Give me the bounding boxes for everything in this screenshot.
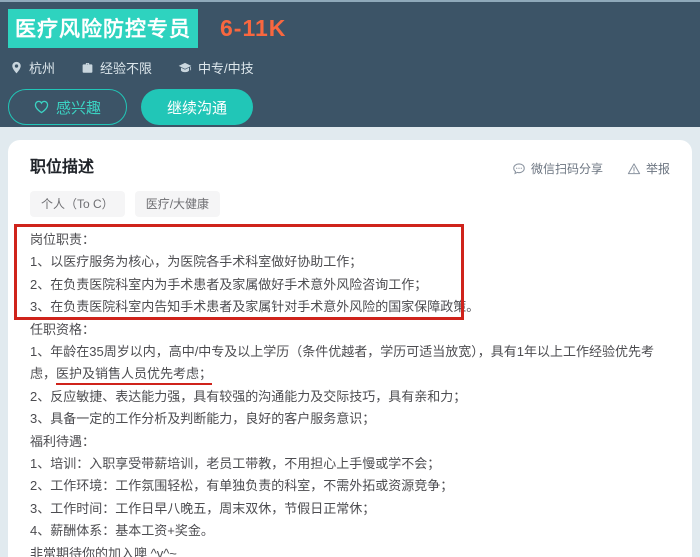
briefcase-icon [81,61,94,74]
job-header: 医疗风险防控专员 6-11K 杭州 经验不限 中专/中技 感兴趣 继续沟通 [0,0,700,127]
header-actions: 感兴趣 继续沟通 [8,89,690,125]
job-title: 医疗风险防控专员 [8,9,198,48]
title-row: 医疗风险防控专员 6-11K [8,9,690,48]
heart-icon [34,100,49,114]
section-title: 职位描述 [30,158,94,178]
interested-button[interactable]: 感兴趣 [8,89,127,125]
job-description-card: 职位描述 微信扫码分享 举报 个人（To C） 医疗/大健康 岗位职责： 1、以… [8,140,692,557]
graduation-cap-icon [178,61,192,75]
qualifications-title: 任职资格： [30,319,670,341]
interested-button-label: 感兴趣 [56,97,101,118]
wechat-share-link[interactable]: 微信扫码分享 [512,160,603,177]
closing-line: 非常期待你的加入噢 ^v^~ [30,543,670,557]
report-label: 举报 [646,160,670,177]
meta-education: 中专/中技 [178,58,254,77]
benefit-item: 4、薪酬体系：基本工资+奖金。 [30,520,670,542]
meta-experience-label: 经验不限 [100,58,152,77]
report-link[interactable]: 举报 [627,160,670,177]
tag-audience: 个人（To C） [30,191,125,217]
chat-bubble-icon [512,162,526,176]
warning-triangle-icon [627,162,641,176]
qualification-item: 2、反应敏捷、表达能力强，具有较强的沟通能力及交际技巧，具有亲和力； [30,386,670,408]
salary: 6-11K [220,15,286,42]
card-header-links: 微信扫码分享 举报 [512,158,670,177]
responsibility-item: 1、以医疗服务为核心，为医院各手术科室做好协助工作； [30,251,670,273]
responsibilities-title: 岗位职责： [30,229,670,251]
meta-experience: 经验不限 [81,58,152,77]
benefit-item: 1、培训：入职享受带薪培训，老员工带教，不用担心上手慢或学不会； [30,453,670,475]
continue-chat-button-label: 继续沟通 [167,97,227,118]
benefit-item: 3、工作时间：工作日早八晚五，周末双休，节假日正常休； [30,498,670,520]
job-meta-row: 杭州 经验不限 中专/中技 [10,58,690,77]
tag-list: 个人（To C） 医疗/大健康 [30,191,670,217]
qualification-item: 3、具备一定的工作分析及判断能力，良好的客户服务意识； [30,408,670,430]
location-pin-icon [10,61,23,74]
responsibility-item: 2、在负责医院科室内为手术患者及家属做好手术意外风险咨询工作； [30,274,670,296]
continue-chat-button[interactable]: 继续沟通 [141,89,253,125]
meta-education-label: 中专/中技 [198,58,254,77]
wechat-share-label: 微信扫码分享 [531,160,603,177]
benefit-item: 2、工作环境：工作氛围轻松，有单独负责的科室，不需外拓或资源竞争； [30,475,670,497]
responsibility-item: 3、在负责医院科室内告知手术患者及家属针对手术意外风险的国家保障政策。 [30,296,670,318]
card-header: 职位描述 微信扫码分享 举报 [30,158,670,178]
meta-location-label: 杭州 [29,58,55,77]
benefits-title: 福利待遇： [30,431,670,453]
meta-location: 杭州 [10,58,55,77]
tag-industry: 医疗/大健康 [135,191,220,217]
job-description-text: 岗位职责： 1、以医疗服务为核心，为医院各手术科室做好协助工作； 2、在负责医院… [30,229,670,557]
qualification-item: 1、年龄在35周岁以内，高中/中专及以上学历（条件优越者，学历可适当放宽），具有… [30,341,670,386]
red-underline-annotation: 医护及销售人员优先考虑； [56,366,212,385]
responsibilities-block: 岗位职责： 1、以医疗服务为核心，为医院各手术科室做好协助工作； 2、在负责医院… [30,229,670,319]
